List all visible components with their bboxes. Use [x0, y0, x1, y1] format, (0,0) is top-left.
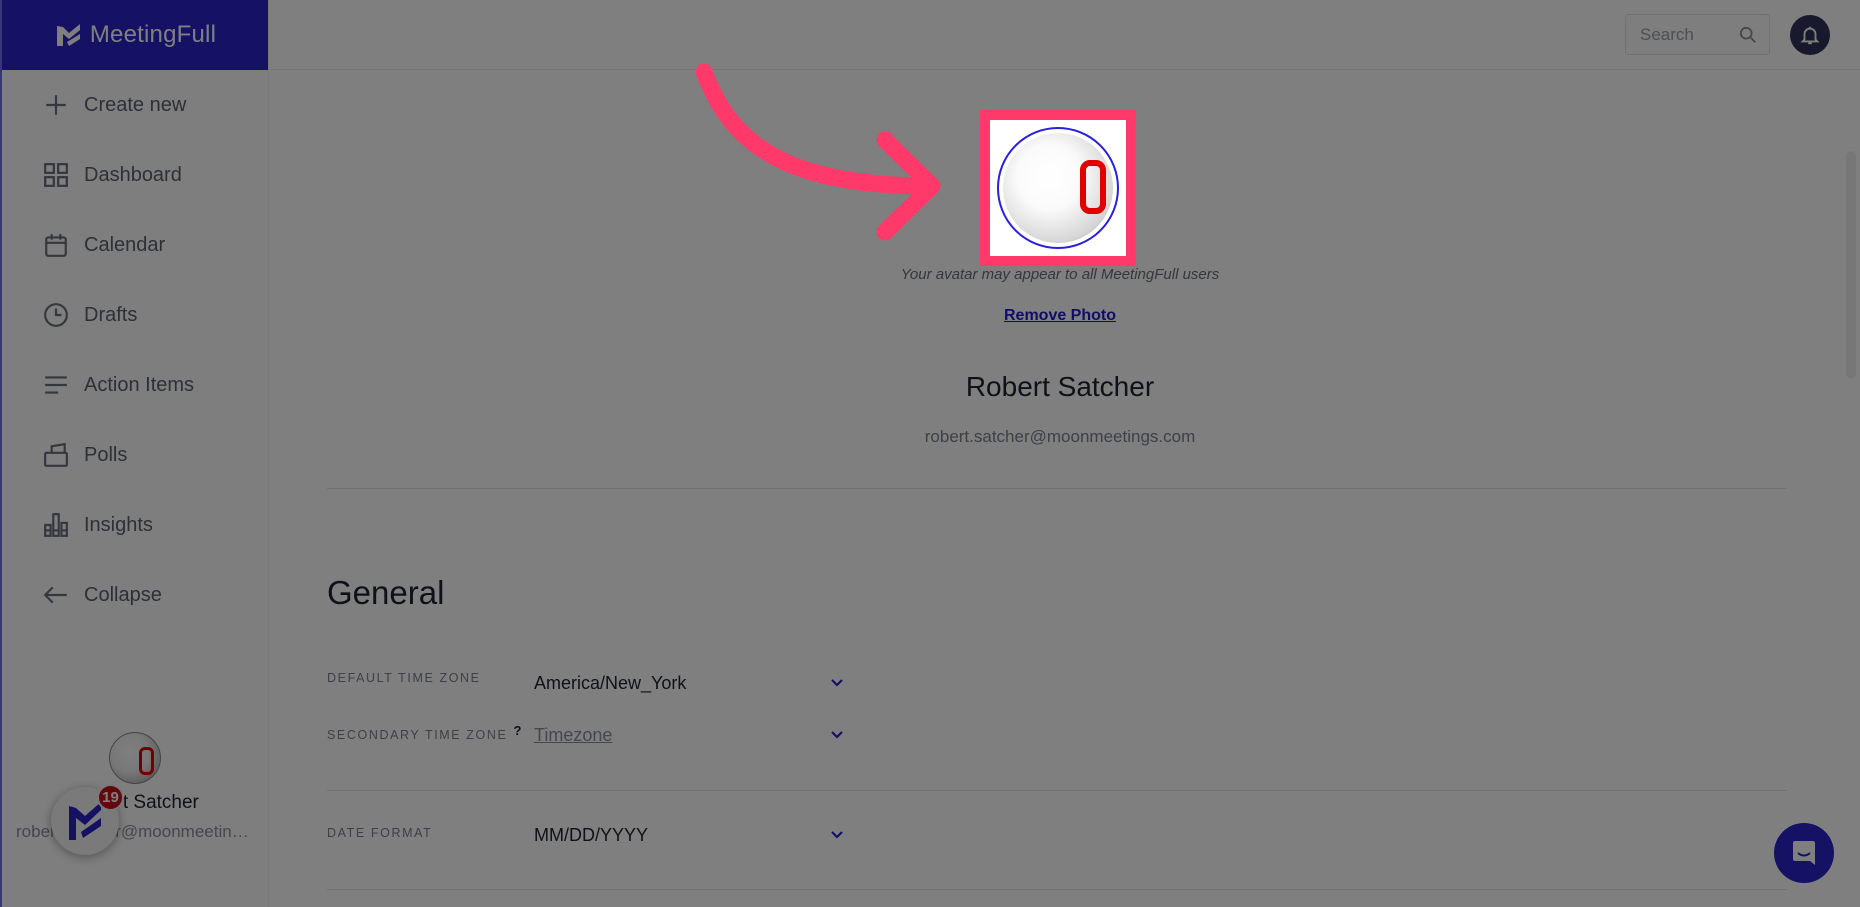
divider — [327, 488, 1787, 489]
search-box[interactable] — [1625, 14, 1770, 55]
sidebar-item-label: Collapse — [84, 583, 162, 606]
highlighted-avatar[interactable] — [980, 110, 1136, 266]
calendar-icon — [42, 231, 70, 259]
clock-icon — [42, 301, 70, 329]
search-icon[interactable] — [1739, 26, 1757, 44]
sidebar-item-polls[interactable]: Polls — [2, 420, 268, 490]
select-placeholder: Timezone — [534, 724, 613, 745]
brand-logo[interactable]: MeetingFull — [2, 0, 268, 70]
sidebar-item-label: Polls — [84, 443, 128, 466]
sidebar-item-dashboard[interactable]: Dashboard — [2, 140, 268, 210]
sidebar-item-collapse[interactable]: Collapse — [2, 560, 268, 630]
arrow-left-icon — [42, 581, 70, 609]
meetingfull-logo-icon — [56, 24, 80, 46]
default-time-zone-label: Default Time Zone — [327, 671, 481, 685]
label-text: Secondary Time Zone — [327, 728, 508, 742]
divider — [327, 889, 1787, 890]
app-name: MeetingFull — [89, 21, 217, 48]
notifications-button[interactable] — [1790, 15, 1830, 55]
chevron-down-icon — [831, 679, 843, 687]
chat-support-button[interactable] — [1774, 823, 1834, 883]
search-input[interactable] — [1640, 24, 1730, 45]
sidebar-item-label: Action Items — [84, 373, 195, 396]
avatar[interactable] — [109, 732, 161, 784]
sidebar: MeetingFull Create new Dashboard Calenda… — [0, 0, 269, 907]
remove-photo-link[interactable]: Remove Photo — [270, 307, 1850, 325]
sidebar-nav: Create new Dashboard Calendar Drafts Act… — [2, 70, 268, 630]
sidebar-item-label: Drafts — [84, 303, 138, 326]
grid-icon — [42, 161, 70, 189]
chevron-down-icon — [831, 731, 843, 739]
secondary-time-zone-select[interactable]: Timezone — [534, 719, 844, 751]
user-email: robert.satcher@moonmeetings.com — [924, 427, 1196, 446]
avatar-note: Your avatar may appear to all MeetingFul… — [900, 266, 1220, 283]
sidebar-item-calendar[interactable]: Calendar — [2, 210, 268, 280]
chevron-down-icon — [831, 831, 843, 839]
bell-icon — [1800, 26, 1820, 45]
profile-email: robert.satcher@moonmeetings.com — [16, 822, 268, 841]
sidebar-profile[interactable]: Robert Satcher robert.satcher@moonmeetin… — [2, 732, 268, 842]
profile-name: Robert Satcher — [71, 792, 199, 813]
ballot-box-icon — [42, 441, 70, 469]
scrollbar[interactable] — [1846, 151, 1856, 378]
sidebar-item-label: Dashboard — [84, 163, 182, 186]
plus-icon — [42, 91, 70, 119]
sidebar-item-label: Insights — [84, 513, 153, 536]
sidebar-item-drafts[interactable]: Drafts — [2, 280, 268, 350]
sidebar-item-label: Calendar — [84, 233, 166, 256]
section-title-general: General — [327, 574, 445, 611]
user-name: Robert Satcher — [965, 371, 1155, 402]
sidebar-item-label: Create new — [84, 93, 187, 116]
select-value: MM/DD/YYYY — [534, 824, 649, 845]
select-value: America/New_York — [534, 672, 687, 693]
tutorial-arrow-icon — [695, 63, 941, 241]
secondary-time-zone-label: Secondary Time Zone? — [327, 723, 521, 742]
date-format-label: Date Format — [327, 826, 433, 840]
chat-icon — [1793, 841, 1815, 865]
notification-badge: 19 — [97, 784, 124, 811]
default-time-zone-select[interactable]: America/New_York — [534, 667, 844, 699]
bar-chart-icon — [42, 511, 70, 539]
sidebar-item-action-items[interactable]: Action Items — [2, 350, 268, 420]
date-format-select[interactable]: MM/DD/YYYY — [534, 819, 844, 851]
top-bar — [270, 0, 1860, 70]
list-icon — [42, 371, 70, 399]
sidebar-item-create-new[interactable]: Create new — [2, 70, 268, 140]
help-icon[interactable]: ? — [513, 723, 521, 738]
sidebar-item-insights[interactable]: Insights — [2, 490, 268, 560]
divider — [327, 790, 1787, 791]
